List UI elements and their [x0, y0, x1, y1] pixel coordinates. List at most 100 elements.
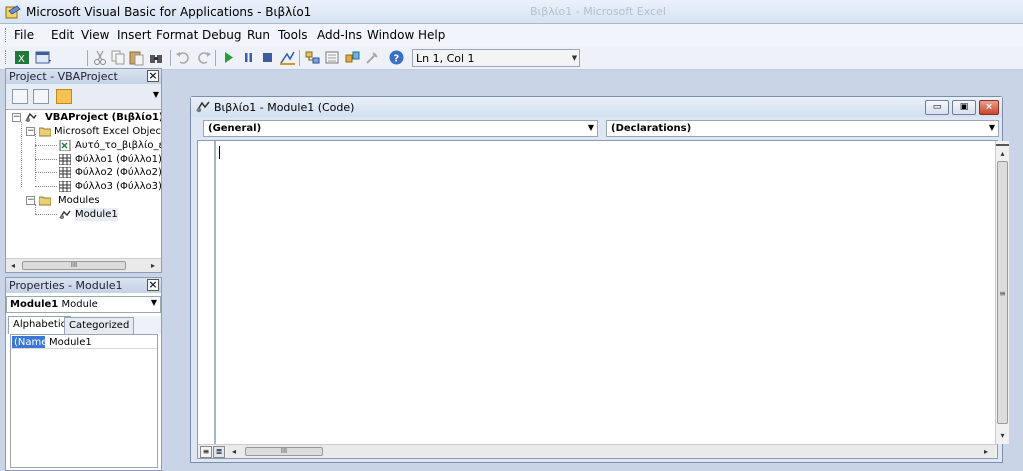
tree-node-modules[interactable]: Modules	[58, 194, 100, 207]
tree-line	[35, 214, 57, 215]
menu-tools[interactable]: Tools	[278, 28, 308, 42]
menu-run[interactable]: Run	[247, 28, 270, 42]
tree-line	[35, 134, 36, 181]
code-hscroll[interactable]: ◂ III ▸	[227, 445, 995, 458]
module-icon	[196, 101, 210, 113]
menu-insert[interactable]: Insert	[117, 28, 151, 42]
object-dropdown[interactable]: (General) ▼	[203, 120, 598, 137]
svg-text:X: X	[18, 54, 25, 65]
menubar-grip[interactable]	[5, 28, 8, 42]
code-window-title: Βιβλίο1 - Module1 (Code)	[214, 101, 355, 114]
scroll-left-icon[interactable]: ◂	[6, 259, 20, 272]
undo-icon[interactable]	[175, 49, 192, 66]
procedure-dropdown-chevron-icon[interactable]: ▼	[989, 123, 995, 132]
menu-add-ins[interactable]: Add-Ins	[317, 28, 362, 42]
scroll-left-icon[interactable]: ◂	[227, 445, 241, 458]
procedure-dropdown[interactable]: (Declarations) ▼	[606, 120, 999, 137]
project-explorer-title: Project - VBAProject	[9, 70, 118, 83]
view-excel-icon[interactable]: X	[14, 49, 31, 66]
collapse-excel-objects-icon[interactable]: −	[26, 127, 35, 136]
split-bar[interactable]	[996, 142, 1009, 146]
toolbar-grip[interactable]	[5, 50, 8, 64]
hscroll-thumb[interactable]: III	[245, 447, 323, 456]
collapse-project-icon[interactable]: −	[12, 113, 21, 122]
toolbar-options-chevron-icon[interactable]: ▼	[570, 50, 579, 66]
scroll-right-icon[interactable]: ▸	[146, 259, 160, 272]
collapse-modules-icon[interactable]: −	[26, 196, 35, 205]
properties-tabs: Alphabetic Categorized	[6, 316, 161, 334]
minimize-button[interactable]: ▭	[925, 100, 949, 115]
tree-line	[21, 122, 22, 187]
restore-button[interactable]: ▣	[952, 100, 976, 115]
project-explorer-icon[interactable]	[304, 49, 321, 66]
tree-line	[35, 186, 57, 187]
menu-help[interactable]: Help	[418, 28, 445, 42]
menu-view[interactable]: View	[81, 28, 109, 42]
tree-node-sheet2[interactable]: Φύλλο2 (Φύλλο2)	[75, 166, 161, 179]
scroll-right-icon[interactable]: ▸	[979, 445, 993, 458]
margin-indicator-bar[interactable]	[198, 141, 216, 444]
design-mode-icon[interactable]	[279, 49, 296, 66]
procedure-dropdown-value: (Declarations)	[611, 123, 692, 134]
menu-edit[interactable]: Edit	[51, 28, 74, 42]
scroll-thumb[interactable]: III	[22, 261, 126, 270]
menu-debug[interactable]: Debug	[202, 28, 241, 42]
close-button[interactable]: ×	[979, 100, 999, 115]
tree-node-vbaproject[interactable]: VBAProject (Βιβλίο1)	[45, 111, 161, 124]
scroll-up-icon[interactable]: ▴	[996, 147, 1009, 160]
view-object-button[interactable]	[33, 89, 49, 104]
object-dropdown-chevron-icon[interactable]: ▼	[588, 123, 594, 132]
property-name: (Name)	[12, 336, 52, 348]
standard-toolbar: X ? Ln 1, Col 1 ▼	[0, 46, 1023, 70]
tab-categorized[interactable]: Categorized	[64, 317, 135, 334]
property-row[interactable]: (Name) Module1	[11, 336, 157, 349]
reset-icon[interactable]	[259, 49, 276, 66]
tree-node-module1[interactable]: Module1	[75, 208, 118, 221]
vba-project-icon	[25, 112, 37, 122]
copy-icon[interactable]	[110, 49, 127, 66]
toolbar-separator	[215, 50, 216, 66]
code-editor[interactable]: ▴ ≡ ▾ ≡ ≣ ◂ III ▸	[197, 140, 1009, 459]
tree-node-sheet3[interactable]: Φύλλο3 (Φύλλο3)	[75, 180, 161, 193]
tree-node-workbook[interactable]: Αυτό_το_βιβλίο_εργ	[75, 139, 161, 152]
object-selector-dropdown[interactable]: Module1 Module ▼	[6, 296, 161, 313]
project-toolbar-chevron-icon[interactable]: ▼	[153, 90, 159, 99]
cut-icon[interactable]	[92, 49, 109, 66]
menu-format[interactable]: Format	[156, 28, 198, 42]
toggle-folders-button[interactable]	[56, 89, 72, 104]
tree-node-excel-objects[interactable]: Microsoft Excel Objects	[54, 125, 161, 138]
vscroll-thumb[interactable]: ≡	[997, 161, 1008, 424]
menu-file[interactable]: File	[14, 28, 34, 42]
object-selector-chevron-icon[interactable]: ▼	[151, 298, 157, 307]
workbook-icon	[59, 140, 71, 151]
toolbox-icon[interactable]	[364, 49, 381, 66]
project-explorer-hscroll[interactable]: ◂ III ▸	[6, 258, 161, 272]
redo-icon[interactable]	[195, 49, 212, 66]
find-icon[interactable]	[148, 49, 165, 66]
tab-alphabetic[interactable]: Alphabetic	[8, 316, 72, 334]
properties-window-icon[interactable]	[324, 49, 341, 66]
tree-node-sheet1[interactable]: Φύλλο1 (Φύλλο1)	[75, 153, 161, 166]
project-explorer-header: Project - VBAProject ×	[6, 69, 161, 84]
worksheet-icon	[59, 181, 71, 192]
code-hscroll-bar: ≡ ≣ ◂ III ▸	[198, 444, 997, 458]
module-icon	[59, 210, 71, 219]
code-window-titlebar: Βιβλίο1 - Module1 (Code) ▭ ▣ ×	[191, 97, 1002, 117]
insert-userform-icon[interactable]	[35, 49, 52, 66]
object-browser-icon[interactable]	[344, 49, 361, 66]
window-title: Microsoft Visual Basic for Applications …	[26, 5, 312, 19]
project-explorer-close-icon[interactable]: ×	[147, 70, 159, 82]
break-icon[interactable]	[240, 49, 257, 66]
scroll-down-icon[interactable]: ▾	[996, 429, 1009, 442]
help-icon[interactable]: ?	[388, 49, 405, 66]
code-vscroll[interactable]: ▴ ≡ ▾	[995, 141, 1009, 444]
property-value[interactable]: Module1	[47, 336, 92, 349]
view-code-button[interactable]	[12, 89, 28, 104]
menu-window[interactable]: Window	[367, 28, 414, 42]
paste-icon[interactable]	[128, 49, 145, 66]
full-module-view-icon[interactable]: ≣	[213, 446, 225, 458]
toolbar-separator	[87, 50, 88, 66]
run-icon[interactable]	[220, 49, 237, 66]
procedure-view-icon[interactable]: ≡	[200, 446, 212, 458]
properties-close-icon[interactable]: ×	[147, 279, 159, 291]
